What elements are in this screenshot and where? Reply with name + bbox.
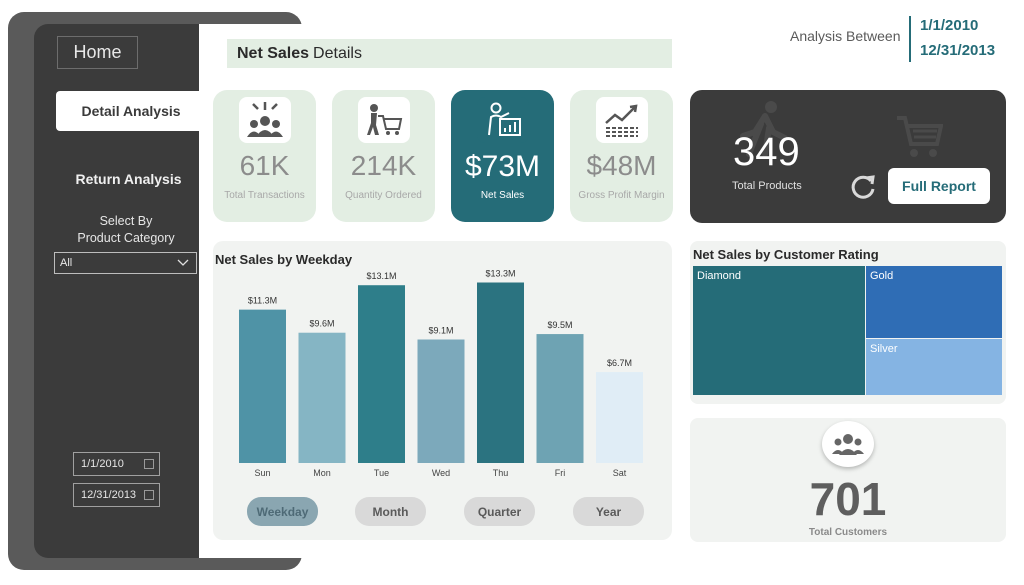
x-tick-label: Sat xyxy=(613,468,627,478)
tile-diamond[interactable]: Diamond xyxy=(693,266,865,395)
select-label-line1: Select By xyxy=(99,214,153,228)
kpi-value: 61K xyxy=(239,150,290,181)
kpi-value: 214K xyxy=(350,150,417,181)
customers-icon xyxy=(822,421,874,467)
refresh-icon[interactable] xyxy=(848,172,878,202)
kpi-total-transactions: 61K Total Transactions xyxy=(213,90,316,222)
range-start-date: 1/1/2010 xyxy=(920,17,979,34)
kpi-gross-profit-margin: $48M Gross Profit Margin xyxy=(570,90,673,222)
tile-label: Gold xyxy=(870,270,894,282)
page-title-rest: Details xyxy=(313,44,362,62)
line-chart-icon xyxy=(596,97,648,143)
bar-fri[interactable] xyxy=(536,334,584,463)
x-tick-label: Thu xyxy=(493,468,509,478)
page-title-bold: Net Sales xyxy=(237,44,310,62)
calendar-icon[interactable] xyxy=(144,459,154,469)
kpi-label: Gross Profit Margin xyxy=(578,190,665,201)
kpi-value: $48M xyxy=(586,150,657,181)
toggle-quarter[interactable]: Quarter xyxy=(464,497,535,526)
bar-sat[interactable] xyxy=(596,372,643,463)
start-date-value: 1/1/2010 xyxy=(81,458,124,470)
bar-tue[interactable] xyxy=(358,285,405,463)
x-tick-label: Mon xyxy=(313,468,331,478)
shopping-cart-icon xyxy=(897,116,943,157)
kpi-label: Quantity Ordered xyxy=(345,190,422,201)
start-date-input[interactable]: 1/1/2010 xyxy=(73,452,160,476)
bar-data-label: $13.1M xyxy=(366,271,396,281)
tile-label: Diamond xyxy=(697,270,742,282)
bar-sun[interactable] xyxy=(239,309,286,463)
end-date-value: 12/31/2013 xyxy=(81,489,137,501)
bar-data-label: $9.1M xyxy=(428,326,453,336)
home-button[interactable]: Home xyxy=(57,36,138,69)
bar-data-label: $11.3M xyxy=(248,296,277,306)
kpi-net-sales: $73M Net Sales xyxy=(451,90,554,222)
x-tick-label: Wed xyxy=(432,468,450,478)
select-label-line2: Product Category xyxy=(77,231,175,245)
toggle-year[interactable]: Year xyxy=(573,497,644,526)
bar-data-label: $9.5M xyxy=(547,320,572,330)
bar-mon[interactable] xyxy=(298,332,346,463)
total-customers-value: 701 xyxy=(809,473,887,525)
bar-data-label: $13.3M xyxy=(485,270,515,279)
kpi-value: $73M xyxy=(464,150,541,183)
total-customers-label: Total Customers xyxy=(808,527,888,538)
bar-wed[interactable] xyxy=(417,339,465,464)
tile-label: Silver xyxy=(870,343,898,355)
weekday-chart-title: Net Sales by Weekday xyxy=(215,252,353,267)
tile-silver[interactable]: Silver xyxy=(866,339,1002,395)
chevron-down-icon xyxy=(177,259,189,266)
return-analysis-button[interactable]: Return Analysis xyxy=(56,165,201,193)
category-select-label: Select By Product Category xyxy=(56,213,196,247)
category-dropdown-value: All xyxy=(60,257,73,269)
x-tick-label: Fri xyxy=(555,468,566,478)
x-tick-label: Sun xyxy=(254,468,270,478)
presenter-chart-icon xyxy=(477,97,529,143)
calendar-icon[interactable] xyxy=(144,490,154,500)
kpi-label: Net Sales xyxy=(480,190,525,201)
total-products-value: 349 xyxy=(733,130,800,174)
analysis-range-label: Analysis Between xyxy=(790,28,901,44)
bar-data-label: $6.7M xyxy=(607,358,632,368)
toggle-weekday[interactable]: Weekday xyxy=(247,497,318,526)
x-tick-label: Tue xyxy=(374,468,389,478)
total-products-label: Total Products xyxy=(732,180,802,192)
bar-data-label: $9.6M xyxy=(309,319,334,329)
shopping-cart-person-icon xyxy=(358,97,410,143)
weekday-bar-chart: $11.3M Sun $9.6M Mon $13.1M Tue $9.1M Wed $13.3M… xyxy=(239,270,643,478)
page-title: Net Sales Details xyxy=(227,39,672,68)
kpi-label: Total Transactions xyxy=(224,190,305,201)
full-report-button[interactable]: Full Report xyxy=(888,168,990,204)
people-group-icon xyxy=(239,97,291,143)
bar-thu[interactable] xyxy=(477,282,524,464)
end-date-input[interactable]: 12/31/2013 xyxy=(73,483,160,507)
range-end-date: 12/31/2013 xyxy=(920,42,996,59)
category-dropdown[interactable]: All xyxy=(54,252,197,274)
detail-analysis-button[interactable]: Detail Analysis xyxy=(56,91,206,131)
rating-chart-title: Net Sales by Customer Rating xyxy=(693,247,879,262)
kpi-quantity-ordered: 214K Quantity Ordered xyxy=(332,90,435,222)
tile-gold[interactable]: Gold xyxy=(866,266,1002,338)
range-divider xyxy=(909,16,911,62)
toggle-month[interactable]: Month xyxy=(355,497,426,526)
